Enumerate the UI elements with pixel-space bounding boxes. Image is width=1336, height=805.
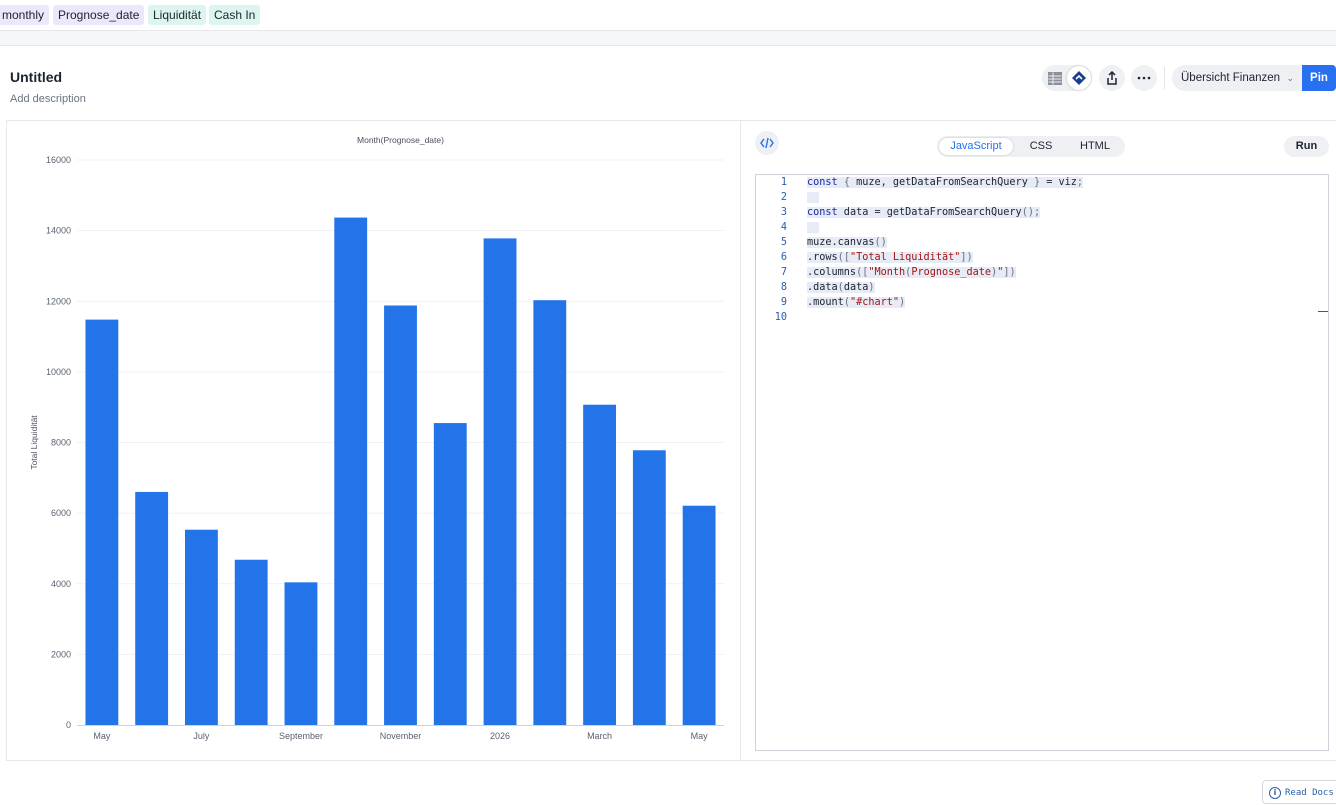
line-number: 4 [780, 222, 787, 233]
more-icon [1137, 76, 1151, 80]
line-number: 3 [780, 207, 787, 218]
pin-button[interactable]: Pin [1302, 65, 1336, 91]
x-tick-label: May [93, 731, 111, 741]
code-line: .data(data) [807, 282, 875, 293]
code-line: .columns(["Month(Prognose_date)"]) [807, 267, 1016, 278]
bar [85, 319, 119, 725]
table-icon [1048, 71, 1062, 85]
code-line: muze.canvas() [807, 237, 887, 248]
code-icon [760, 137, 774, 149]
x-tick-label: May [691, 731, 709, 741]
share-icon [1107, 71, 1117, 85]
bar [632, 450, 666, 725]
line-number: 9 [780, 297, 787, 308]
y-axis-label: Total Liquidität [29, 415, 39, 470]
x-tick-label: September [279, 731, 323, 741]
line-number: 8 [780, 282, 787, 293]
code-line: const { muze, getDataFromSearchQuery } =… [807, 177, 1084, 188]
line-number: 6 [780, 252, 787, 263]
code-line [807, 220, 820, 235]
y-tick-label: 16000 [46, 155, 71, 165]
info-icon: i [1269, 787, 1281, 799]
bar [583, 404, 617, 725]
tab-html[interactable]: HTML [1069, 138, 1121, 155]
divider [1164, 67, 1165, 89]
y-tick-label: 8000 [51, 438, 71, 448]
bar [384, 305, 417, 725]
read-docs-label: Read Docs [1285, 788, 1334, 798]
more-options-button[interactable] [1131, 65, 1157, 91]
code-line [807, 190, 820, 205]
liveboard-dropdown[interactable]: Übersicht Finanzen ⌄ [1172, 65, 1302, 91]
bar [334, 217, 368, 725]
bar [682, 505, 716, 725]
chip-monthly[interactable]: monthly [0, 5, 50, 25]
run-button[interactable]: Run [1284, 136, 1329, 157]
line-number: 1 [780, 177, 787, 188]
y-tick-label: 4000 [51, 579, 71, 589]
line-number: 5 [780, 237, 787, 248]
x-tick-label: 2026 [490, 731, 510, 741]
table-view-button[interactable] [1043, 66, 1067, 90]
bar [433, 423, 467, 725]
code-line: .rows(["Total Liquidität"]) [807, 252, 973, 263]
language-tabs: JavaScript CSS HTML [937, 136, 1125, 157]
view-toggle [1042, 65, 1092, 91]
line-number: 2 [780, 192, 787, 203]
read-docs-button[interactable]: i Read Docs [1262, 780, 1336, 804]
filter-chip-bar: monthly Prognose_date Liquidität Cash In [0, 0, 1336, 31]
chart-view-button[interactable] [1067, 66, 1091, 90]
add-description[interactable]: Add description [10, 93, 86, 105]
code-editor[interactable]: 1 2 3 4 5 6 7 8 9 10 const { muze, getDa… [755, 174, 1336, 804]
code-toggle-button[interactable] [755, 131, 779, 155]
page-title[interactable]: Untitled [10, 69, 62, 85]
share-button[interactable] [1099, 65, 1125, 91]
bar [135, 491, 169, 725]
bar-chart: 0 2000 4000 6000 8000 10000 12000 14000 16000 May… [29, 135, 724, 741]
chart-title: Month(Prognose_date) [357, 135, 444, 145]
line-number: 7 [780, 267, 787, 278]
x-tick-label: March [587, 731, 612, 741]
y-tick-label: 2000 [51, 649, 71, 659]
y-tick-label: 0 [66, 720, 71, 730]
bar [184, 529, 218, 725]
tab-javascript[interactable]: JavaScript [939, 138, 1013, 155]
scroll-marker [1318, 311, 1328, 312]
liveboard-dropdown-label: Übersicht Finanzen [1181, 72, 1281, 84]
x-tick-label: November [380, 731, 422, 741]
chip-liquiditaet[interactable]: Liquidität [148, 5, 207, 25]
code-line: const data = getDataFromSearchQuery(); [807, 207, 1041, 218]
bar [533, 300, 567, 725]
chevron-down-icon: ⌄ [1286, 73, 1294, 83]
chip-cash-in[interactable]: Cash In [209, 5, 261, 25]
chart-type-icon [1072, 71, 1086, 85]
y-tick-label: 10000 [46, 367, 71, 377]
separator-band [0, 31, 1336, 46]
chart-panel: 0 2000 4000 6000 8000 10000 12000 14000 16000 May… [6, 120, 741, 761]
code-panel: JavaScript CSS HTML Run 1 2 3 4 5 6 7 8 … [741, 120, 1336, 804]
y-tick-label: 12000 [46, 296, 71, 306]
line-number: 10 [774, 312, 787, 323]
x-tick-label: July [193, 731, 210, 741]
tab-css[interactable]: CSS [1019, 138, 1063, 155]
bar [483, 238, 517, 726]
chip-prognose-date[interactable]: Prognose_date [53, 5, 145, 25]
y-tick-label: 6000 [51, 508, 71, 518]
bar [284, 582, 318, 725]
bar [234, 559, 268, 725]
y-tick-label: 14000 [46, 226, 71, 236]
code-line: .mount("#chart") [807, 297, 906, 308]
